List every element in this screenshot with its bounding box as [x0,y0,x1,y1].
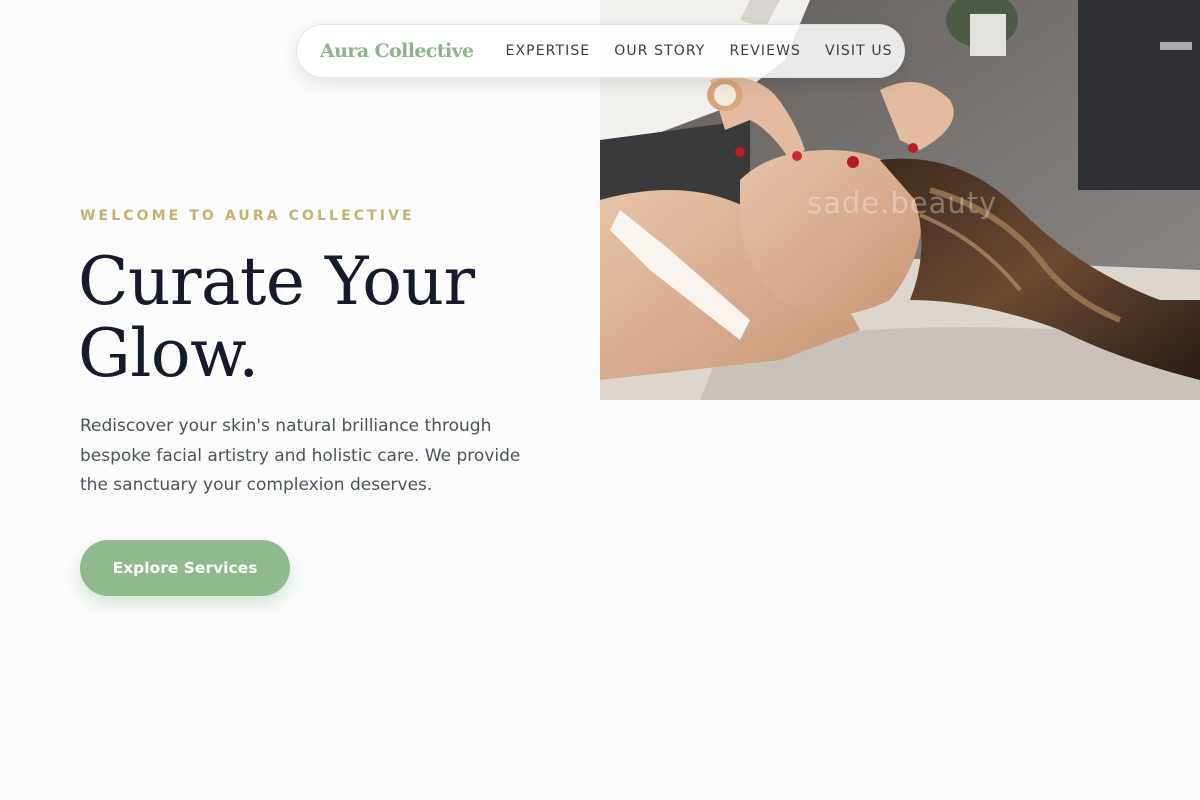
nav-link-reviews[interactable]: REVIEWS [729,43,801,59]
nav-link-our-story[interactable]: OUR STORY [614,43,705,59]
explore-services-button[interactable]: Explore Services [80,540,290,596]
hero-eyebrow: WELCOME TO AURA COLLECTIVE [80,208,415,224]
image-watermark: sade.beauty [807,186,998,220]
hero-title: Curate Your Glow. [78,243,475,392]
nav-link-expertise[interactable]: EXPERTISE [506,43,591,59]
top-navigation: Aura Collective EXPERTISE OUR STORY REVI… [296,24,905,78]
hero-description: Rediscover your skin's natural brillianc… [80,416,521,495]
brand-logo[interactable]: Aura Collective [320,40,474,62]
nav-link-visit-us[interactable]: VISIT US [825,43,893,59]
nav-links: EXPERTISE OUR STORY REVIEWS VISIT US [506,43,893,59]
